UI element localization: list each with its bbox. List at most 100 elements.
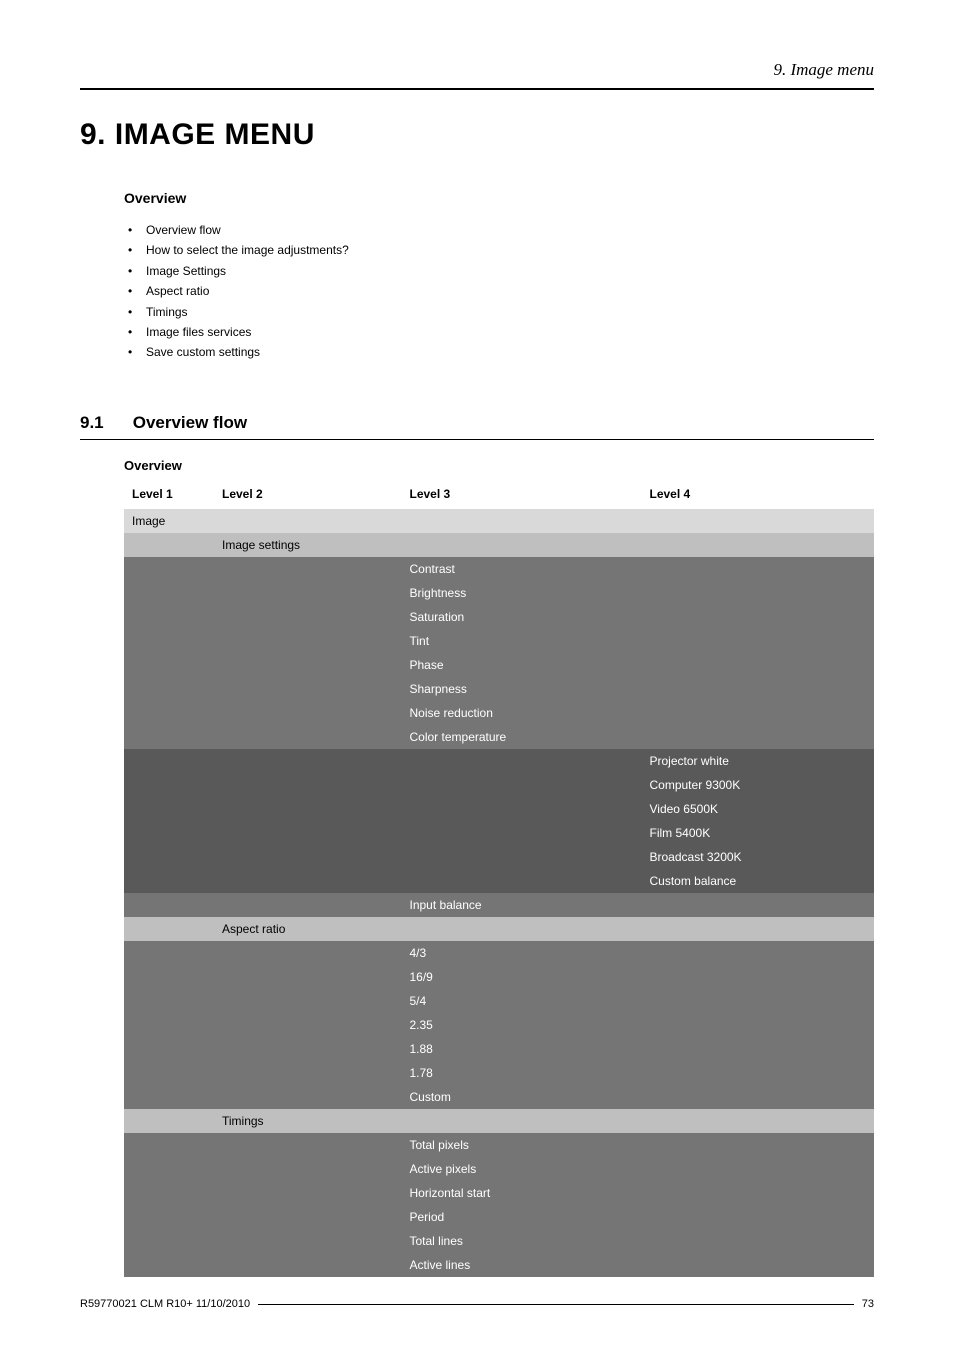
table-cell [124,1061,214,1085]
table-row: Image [124,509,874,533]
table-cell: Custom balance [642,869,875,893]
table-cell [642,677,875,701]
table-cell [642,701,875,725]
table-row: 2.35 [124,1013,874,1037]
footer-page-number: 73 [862,1298,874,1310]
table-cell [214,1157,402,1181]
table-cell: 1.78 [402,1061,642,1085]
table-row: 1.88 [124,1037,874,1061]
table-cell [402,773,642,797]
table-cell [214,629,402,653]
table-cell: Brightness [402,581,642,605]
table-cell [124,1085,214,1109]
table-cell [214,989,402,1013]
col-header-level4: Level 4 [642,483,875,509]
table-cell [214,1037,402,1061]
table-cell: Video 6500K [642,797,875,821]
table-cell [642,1253,875,1277]
chapter-title: 9. IMAGE MENU [80,118,874,152]
table-cell: 16/9 [402,965,642,989]
table-cell [214,677,402,701]
table-cell [124,677,214,701]
table-cell: Active lines [402,1253,642,1277]
table-cell [642,917,875,941]
table-row: Input balance [124,893,874,917]
table-cell [214,605,402,629]
col-header-level3: Level 3 [402,483,642,509]
toc-item: Image files services [124,322,874,342]
table-row: Timings [124,1109,874,1133]
table-row: Horizontal start [124,1181,874,1205]
table-cell [214,821,402,845]
table-cell [124,965,214,989]
table-row: 1.78 [124,1061,874,1085]
table-cell [214,1253,402,1277]
table-cell [642,653,875,677]
table-cell [214,701,402,725]
table-cell [214,509,402,533]
toc-item: Aspect ratio [124,281,874,301]
table-cell [642,1061,875,1085]
table-cell [642,1157,875,1181]
col-header-level2: Level 2 [214,483,402,509]
page-footer: R59770021 CLM R10+ 11/10/2010 73 [80,1298,874,1310]
toc-item: How to select the image adjustments? [124,240,874,260]
toc-item: Save custom settings [124,342,874,362]
section-number: 9.1 [80,413,128,433]
table-row: Period [124,1205,874,1229]
table-cell [124,629,214,653]
table-cell [124,773,214,797]
table-cell [124,1253,214,1277]
table-cell [124,941,214,965]
table-cell: Color temperature [402,725,642,749]
table-cell: Noise reduction [402,701,642,725]
table-cell [642,629,875,653]
table-cell [402,845,642,869]
table-cell: Period [402,1205,642,1229]
table-cell [214,749,402,773]
table-cell [402,533,642,557]
table-cell [124,1157,214,1181]
table-cell: Projector white [642,749,875,773]
table-cell: Active pixels [402,1157,642,1181]
table-cell: Broadcast 3200K [642,845,875,869]
table-row: Film 5400K [124,821,874,845]
table-cell [402,821,642,845]
toc-item: Overview flow [124,220,874,240]
table-cell [214,941,402,965]
table-cell [642,1037,875,1061]
table-cell [124,725,214,749]
section-heading: 9.1 Overview flow [80,413,874,440]
table-cell [642,509,875,533]
table-row: Total lines [124,1229,874,1253]
table-cell [642,1085,875,1109]
table-cell [214,1133,402,1157]
table-row: Phase [124,653,874,677]
table-row: Sharpness [124,677,874,701]
table-cell [642,941,875,965]
table-cell [642,893,875,917]
table-cell [402,749,642,773]
table-cell [402,509,642,533]
table-row: Computer 9300K [124,773,874,797]
table-cell: Sharpness [402,677,642,701]
table-cell [214,653,402,677]
table-cell [642,605,875,629]
table-cell: 5/4 [402,989,642,1013]
table-cell [642,1109,875,1133]
table-row: Active lines [124,1253,874,1277]
table-cell [214,1061,402,1085]
table-cell: Custom [402,1085,642,1109]
col-header-level1: Level 1 [124,483,214,509]
table-cell [214,845,402,869]
table-cell [124,1229,214,1253]
table-cell: Computer 9300K [642,773,875,797]
table-header-row: Level 1 Level 2 Level 3 Level 4 [124,483,874,509]
table-cell: Input balance [402,893,642,917]
table-cell [214,581,402,605]
table-cell: Image settings [214,533,402,557]
table-cell [214,893,402,917]
table-cell: Saturation [402,605,642,629]
table-cell [642,1133,875,1157]
table-cell [642,1229,875,1253]
